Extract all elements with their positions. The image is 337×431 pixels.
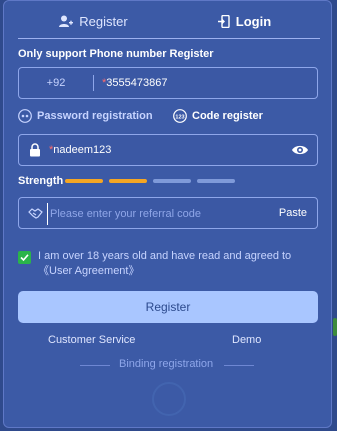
- mode-code-register[interactable]: 123 Code register: [173, 109, 263, 123]
- paste-button[interactable]: Paste: [279, 207, 307, 219]
- strength-bar: [197, 179, 235, 183]
- user-add-icon: [59, 15, 74, 28]
- referral-code-input[interactable]: [47, 203, 272, 225]
- country-code-select[interactable]: +92: [19, 68, 93, 98]
- mode-password-registration[interactable]: Password registration: [18, 109, 153, 123]
- code-123-icon: 123: [173, 109, 187, 123]
- footer-links: Customer Service Demo: [18, 334, 318, 350]
- divider-line: [224, 365, 254, 366]
- demo-link[interactable]: Demo: [232, 334, 261, 346]
- mode-code-label: Code register: [192, 110, 263, 122]
- loading-spinner: [152, 382, 186, 416]
- lock-icon: [29, 143, 41, 162]
- binding-registration: Binding registration: [18, 358, 318, 374]
- tab-register[interactable]: Register: [18, 7, 169, 35]
- register-panel: Register Login Only support Phone number…: [3, 0, 332, 428]
- phone-section-label: Only support Phone number Register: [18, 48, 214, 60]
- svg-text:123: 123: [175, 114, 184, 120]
- eye-icon[interactable]: [291, 143, 309, 161]
- mode-password-label: Password registration: [37, 110, 153, 122]
- agreement-checkbox[interactable]: [18, 251, 31, 264]
- password-field[interactable]: *nadeem123: [18, 134, 318, 166]
- divider-line: [80, 365, 110, 366]
- side-edge-tab: [333, 318, 337, 336]
- agreement-text[interactable]: I am over 18 years old and have read and…: [38, 249, 320, 279]
- registration-mode-switch: Password registration 123 Code register: [18, 109, 318, 127]
- tab-login-label: Login: [235, 13, 272, 29]
- password-dots-icon: [18, 109, 32, 123]
- referral-field: Paste: [18, 197, 318, 229]
- strength-bar: [65, 179, 103, 183]
- password-input[interactable]: *nadeem123: [49, 144, 111, 156]
- binding-registration-link[interactable]: Binding registration: [119, 358, 213, 370]
- tab-divider: [18, 38, 320, 39]
- password-value: nadeem123: [53, 144, 112, 156]
- tab-register-label: Register: [79, 13, 128, 29]
- strength-bar: [109, 179, 147, 183]
- phone-input[interactable]: *3555473867: [102, 77, 167, 89]
- checkmark-icon: [20, 254, 29, 262]
- auth-tabs: Register Login: [18, 7, 320, 39]
- login-door-icon: [217, 14, 230, 28]
- phone-value: 3555473867: [106, 77, 168, 89]
- strength-bar: [153, 179, 191, 183]
- strength-label: Strength: [18, 175, 64, 187]
- customer-service-link[interactable]: Customer Service: [48, 334, 135, 346]
- handshake-icon: [28, 207, 43, 225]
- phone-field: +92 *3555473867: [18, 67, 318, 99]
- register-button[interactable]: Register: [18, 291, 318, 323]
- tab-login[interactable]: Login: [169, 7, 320, 35]
- phone-divider: [93, 75, 94, 91]
